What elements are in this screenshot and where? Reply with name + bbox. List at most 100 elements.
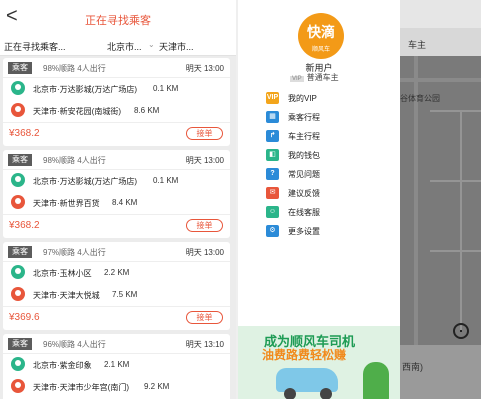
menu-item-label: 建议反馈	[288, 189, 320, 198]
end-pin-icon	[11, 195, 25, 209]
menu-item-label: 我的VIP	[288, 94, 317, 103]
menu-item-vip[interactable]: VIP 我的VIP	[266, 90, 376, 109]
start-pin-icon	[11, 357, 25, 371]
start-place: 北京市·玉林小区	[33, 269, 92, 278]
mail-icon: ✉	[266, 187, 279, 199]
banner-subline: 油费路费轻松赚	[262, 348, 347, 362]
menu-item-passenger-trips[interactable]: ▦ 乘客行程	[266, 109, 376, 128]
start-pin-icon	[11, 173, 25, 187]
accept-order-button[interactable]: 接单	[186, 219, 223, 232]
calendar-icon: ▦	[266, 111, 279, 123]
map-overlay[interactable]: 车主 谷体育公园 西南)	[400, 0, 481, 399]
start-place: 北京市·万达影城(万达广场店)	[33, 85, 137, 94]
match-info: 96%顺路 4人出行	[43, 340, 106, 349]
order-card[interactable]: 乘客 98%顺路 4人出行 明天 13:00 北京市·万达影城(万达广场店) 0…	[3, 150, 230, 238]
wheel-illustration	[320, 388, 332, 399]
menu-item-wallet[interactable]: ◧ 我的钱包	[266, 147, 376, 166]
start-distance: 2.1 KM	[104, 360, 130, 369]
start-place: 北京市·紫金印象	[33, 361, 92, 370]
price-row: ¥369.6 接单	[3, 306, 230, 328]
match-info: 97%顺路 4人出行	[43, 248, 106, 257]
departure-time: 明天 13:10	[185, 340, 224, 349]
map-top-bar	[400, 0, 481, 28]
menu-item-label: 我的钱包	[288, 151, 320, 160]
wallet-icon: ◧	[266, 149, 279, 161]
price: ¥368.2	[9, 128, 40, 139]
order-card[interactable]: 乘客 97%顺路 4人出行 明天 13:00 北京市·玉林小区 2.2 KM 天…	[3, 242, 230, 330]
price: ¥368.2	[9, 220, 40, 231]
passenger-tag: 乘客	[8, 338, 32, 350]
end-row: 天津市·天津大悦城 7.5 KM	[3, 284, 230, 306]
order-card[interactable]: 乘客 96%顺路 4人出行 明天 13:10 北京市·紫金印象 2.1 KM 天…	[3, 334, 230, 399]
drawer-menu: VIP 我的VIP ▦ 乘客行程 ↱ 车主行程 ◧ 我的钱包 ? 常见问题 ✉ …	[266, 90, 376, 242]
start-row: 北京市·玉林小区 2.2 KM	[3, 262, 230, 284]
start-pin-icon	[11, 265, 25, 279]
end-place: 天津市·新安花园(南城街)	[33, 107, 121, 116]
passenger-tag: 乘客	[8, 62, 32, 74]
menu-item-label: 更多设置	[288, 227, 320, 236]
start-row: 北京市·万达影城(万达广场店) 0.1 KM	[3, 170, 230, 192]
accept-order-button[interactable]: 接单	[186, 311, 223, 324]
tab-driver[interactable]: 车主	[408, 38, 426, 51]
start-row: 北京市·万达影城(万达广场店) 0.1 KM	[3, 78, 230, 100]
app-logo: 快滴 顺风车	[298, 13, 344, 59]
map-road	[400, 78, 481, 82]
map-road	[430, 250, 481, 252]
order-list-panel: < 正在寻找乘客 正在寻找乘客... 北京市... ⌄ 天津市... 乘客 98…	[0, 0, 236, 399]
start-distance: 2.2 KM	[104, 268, 130, 277]
map-road	[430, 110, 481, 112]
end-pin-icon	[11, 287, 25, 301]
menu-item-feedback[interactable]: ✉ 建议反馈	[266, 185, 376, 204]
end-distance: 9.2 KM	[144, 382, 170, 391]
passenger-tag: 乘客	[8, 246, 32, 258]
logo-text: 快滴	[307, 24, 335, 40]
price-row: ¥368.2 接单	[3, 214, 230, 236]
map-road	[430, 180, 481, 182]
menu-item-label: 常见问题	[288, 170, 320, 179]
menu-item-label: 在线客服	[288, 208, 320, 217]
logo-subtext: 顺风车	[311, 47, 330, 53]
end-place: 天津市·天津大悦城	[33, 291, 100, 300]
end-pin-icon	[11, 103, 25, 117]
map-bottom-card[interactable]: 西南)	[400, 345, 481, 399]
end-distance: 7.5 KM	[112, 290, 138, 299]
start-place: 北京市·万达影城(万达广场店)	[33, 177, 137, 186]
status-filter[interactable]: 正在寻找乘客...	[4, 40, 66, 53]
gear-icon: ⚙	[266, 225, 279, 237]
card-header: 乘客 98%顺路 4人出行 明天 13:00	[3, 150, 230, 170]
side-drawer: 快滴 顺风车 新用户 VIP 普通车主 VIP 我的VIP ▦ 乘客行程 ↱ 车主…	[238, 0, 400, 399]
driver-recruit-banner[interactable]: 成为顺风车司机 油费路费轻松赚	[238, 326, 400, 399]
start-pin-icon	[11, 81, 25, 95]
faq-icon: ?	[266, 168, 279, 180]
menu-item-support[interactable]: ☺ 在线客服	[266, 204, 376, 223]
to-city-filter[interactable]: 天津市...	[159, 40, 194, 53]
from-city-filter[interactable]: 北京市...	[107, 40, 142, 53]
departure-time: 明天 13:00	[185, 156, 224, 165]
order-card[interactable]: 乘客 98%顺路 4人出行 明天 13:00 北京市·万达影城(万达广场店) 0…	[3, 58, 230, 146]
end-distance: 8.4 KM	[112, 198, 138, 207]
departure-time: 明天 13:00	[185, 64, 224, 73]
end-place: 天津市·新世界百货	[33, 199, 100, 208]
match-info: 98%顺路 4人出行	[43, 156, 106, 165]
card-header: 乘客 98%顺路 4人出行 明天 13:00	[3, 58, 230, 78]
accept-order-button[interactable]: 接单	[186, 127, 223, 140]
map-tab-bar: 车主	[400, 28, 481, 56]
start-distance: 0.1 KM	[153, 84, 179, 93]
price-row: ¥368.2 接单	[3, 122, 230, 144]
match-info: 98%顺路 4人出行	[43, 64, 106, 73]
end-distance: 8.6 KM	[134, 106, 160, 115]
grass-illustration	[363, 362, 389, 399]
chevron-down-icon: ⌄	[148, 40, 155, 49]
menu-item-settings[interactable]: ⚙ 更多设置	[266, 223, 376, 242]
end-place: 天津市·天津市少年宫(南门)	[33, 383, 129, 392]
user-level: VIP 普通车主	[290, 73, 339, 82]
bottom-card-text: 西南)	[402, 362, 423, 372]
top-bar: < 正在寻找乘客	[0, 0, 236, 33]
start-distance: 0.1 KM	[153, 176, 179, 185]
locate-icon[interactable]	[453, 323, 469, 339]
menu-item-driver-trips[interactable]: ↱ 车主行程	[266, 128, 376, 147]
end-row: 天津市·天津市少年宫(南门) 9.2 KM	[3, 376, 230, 398]
departure-time: 明天 13:00	[185, 248, 224, 257]
menu-item-faq[interactable]: ? 常见问题	[266, 166, 376, 185]
price: ¥369.6	[9, 312, 40, 323]
